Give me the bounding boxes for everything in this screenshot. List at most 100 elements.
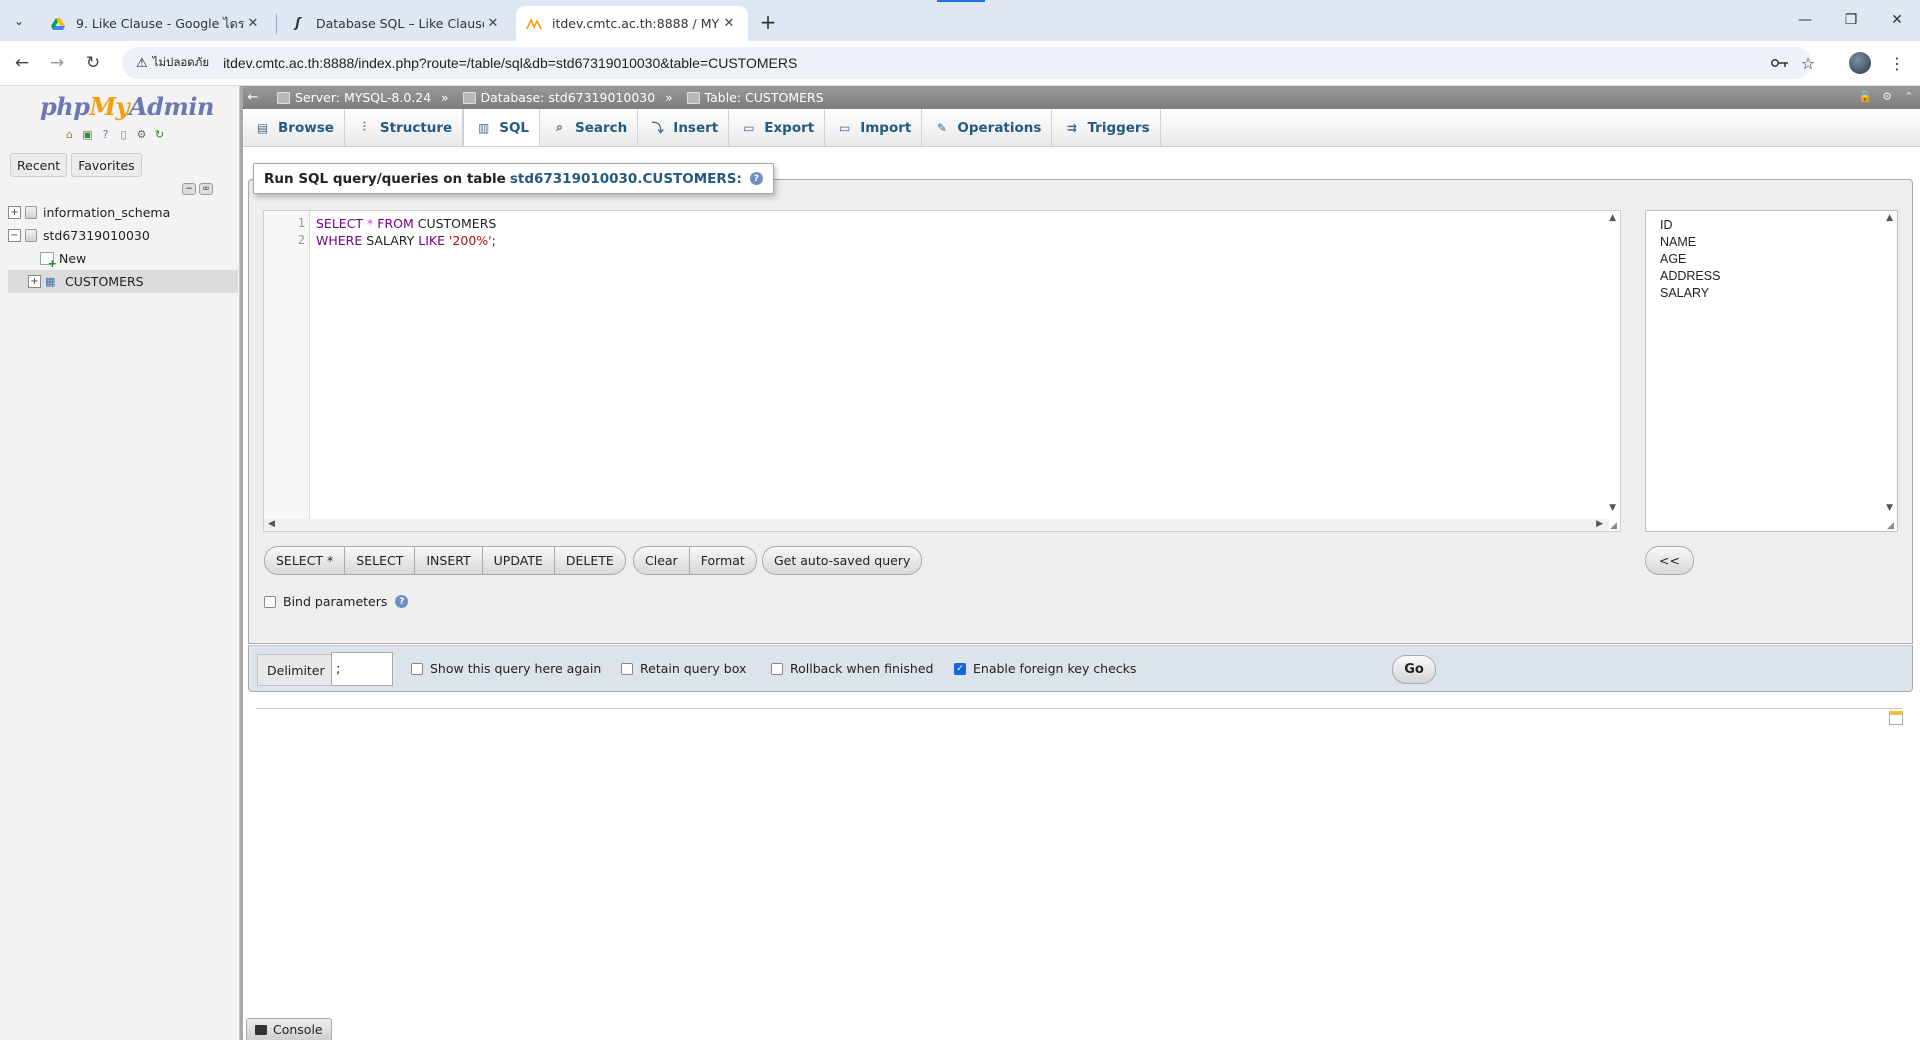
forward-arrow-icon[interactable]: →	[45, 51, 69, 75]
tree-item-label[interactable]: CUSTOMERS	[65, 274, 144, 289]
browser-tab-google-drive[interactable]: 9. Like Clause - Google ไดรฟ์ ✕	[40, 6, 272, 41]
column-option[interactable]: AGE	[1660, 252, 1686, 266]
select-button[interactable]: SELECT	[345, 546, 416, 575]
clear-button[interactable]: Clear	[633, 546, 690, 575]
tab-export[interactable]: ▭ Export	[729, 109, 826, 146]
close-icon[interactable]: ✕	[244, 15, 262, 33]
expand-icon[interactable]: +	[28, 275, 41, 288]
scroll-up-arrow-icon[interactable]: ▲	[1609, 213, 1616, 223]
insert-button[interactable]: INSERT	[415, 546, 483, 575]
docs-icon[interactable]: ▯	[116, 127, 131, 142]
foreign-key-checks-label[interactable]: Enable foreign key checks	[973, 661, 1136, 676]
reload-icon[interactable]: ↻	[81, 51, 105, 75]
lock-icon[interactable]: 🔒	[1858, 89, 1872, 103]
breadcrumb-server[interactable]: Server: MYSQL-8.0.24	[277, 90, 431, 105]
bookmark-star-icon[interactable]: ☆	[1796, 51, 1820, 75]
link-with-main-icon[interactable]: ∞	[199, 183, 213, 195]
tab-browse[interactable]: ▤ Browse	[243, 109, 345, 146]
get-auto-saved-query-button[interactable]: Get auto-saved query	[762, 546, 923, 575]
security-chip[interactable]: ⚠ ไม่ปลอดภัย	[130, 51, 219, 75]
tree-item-information-schema[interactable]: + information_schema	[8, 201, 238, 224]
nav-tab-favorites[interactable]: Favorites	[71, 153, 142, 177]
column-option[interactable]: ADDRESS	[1660, 269, 1720, 283]
tree-item-label[interactable]: information_schema	[43, 205, 170, 220]
collapse-icon[interactable]: −	[8, 229, 21, 242]
column-option[interactable]: ID	[1660, 218, 1673, 232]
go-button[interactable]: Go	[1392, 655, 1436, 684]
insert-column-button[interactable]: <<	[1645, 546, 1694, 575]
scroll-down-arrow-icon[interactable]: ▼	[1886, 503, 1893, 513]
sql-editor[interactable]: 1 2 SELECT * FROM CUSTOMERS WHERE SALARY…	[263, 210, 1621, 532]
logout-icon[interactable]: ▣	[80, 127, 95, 142]
address-bar[interactable]: ⚠ ไม่ปลอดภัย itdev.cmtc.ac.th:8888/index…	[122, 47, 1815, 79]
settings-icon[interactable]: ⚙	[134, 127, 149, 142]
gear-icon[interactable]: ⚙	[1880, 89, 1894, 103]
code-line-1[interactable]: SELECT * FROM CUSTOMERS	[316, 216, 496, 231]
show-query-checkbox[interactable]	[411, 662, 423, 675]
column-option[interactable]: SALARY	[1660, 286, 1709, 300]
help-icon[interactable]: ?	[98, 127, 113, 142]
new-tab-button[interactable]: +	[756, 10, 780, 34]
nav-tab-recent[interactable]: Recent	[10, 153, 68, 177]
expand-icon[interactable]: +	[8, 206, 21, 219]
resize-grip-icon[interactable]: ◢	[1887, 521, 1897, 531]
breadcrumb-database-label[interactable]: Database: std67319010030	[481, 90, 656, 105]
resize-grip-icon[interactable]: ◢	[1610, 521, 1620, 531]
tab-structure[interactable]: ⫶ Structure	[345, 109, 464, 146]
page-settings-icon[interactable]	[1889, 711, 1903, 725]
tab-triggers[interactable]: ⇉ Triggers	[1052, 109, 1161, 146]
collapse-top-icon[interactable]: ⌃	[1902, 89, 1916, 103]
back-arrow-icon[interactable]: ←	[10, 51, 34, 75]
restore-icon[interactable]: ❐	[1828, 8, 1874, 32]
minimize-icon[interactable]: —	[1782, 8, 1828, 32]
tab-insert[interactable]: ⤵ Insert	[638, 109, 730, 146]
breadcrumb-server-label[interactable]: Server: MYSQL-8.0.24	[295, 90, 431, 105]
foreign-key-checks-checkbox[interactable]: ✓	[954, 662, 966, 675]
tree-item-label[interactable]: New	[59, 251, 86, 266]
column-option[interactable]: NAME	[1660, 235, 1696, 249]
show-query-option[interactable]: Show this query here again	[411, 661, 601, 676]
retain-query-box-checkbox[interactable]	[621, 662, 633, 675]
phpmyadmin-logo[interactable]: phpMyAdmin	[40, 92, 214, 121]
key-icon[interactable]	[1768, 51, 1792, 75]
scroll-right-arrow-icon[interactable]: ▶	[1596, 519, 1603, 529]
horizontal-scrollbar[interactable]: ◀ ▶	[264, 519, 1609, 531]
bind-parameters-checkbox[interactable]	[264, 595, 276, 608]
rollback-checkbox[interactable]	[771, 662, 783, 675]
close-icon[interactable]: ✕	[484, 15, 502, 33]
window-close-icon[interactable]: ✕	[1874, 8, 1920, 32]
home-icon[interactable]: ⌂	[62, 127, 77, 142]
tree-item-customers[interactable]: + ▦ CUSTOMERS	[8, 270, 238, 293]
retain-query-box-option[interactable]: Retain query box	[621, 661, 746, 676]
collapse-all-icon[interactable]: −	[182, 183, 196, 195]
tab-sql[interactable]: ▥ SQL	[463, 109, 541, 146]
breadcrumb-database[interactable]: Database: std67319010030	[462, 90, 656, 105]
update-button[interactable]: UPDATE	[482, 546, 555, 575]
tab-operations[interactable]: ✎ Operations	[922, 109, 1053, 146]
breadcrumb-table[interactable]: Table: CUSTOMERS	[686, 90, 824, 105]
tree-item-label[interactable]: std67319010030	[43, 228, 150, 243]
browser-tab-database-sql[interactable]: ʃ Database SQL – Like Clause คือ ✕	[280, 6, 512, 41]
scroll-up-arrow-icon[interactable]: ▲	[1886, 213, 1893, 223]
breadcrumb-table-label[interactable]: Table: CUSTOMERS	[705, 90, 824, 105]
format-button[interactable]: Format	[689, 546, 757, 575]
columns-list[interactable]: ID NAME AGE ADDRESS SALARY ▲ ▼ ◢	[1645, 210, 1898, 532]
show-query-label[interactable]: Show this query here again	[430, 661, 601, 676]
tab-search[interactable]: ⌕ Search	[540, 109, 639, 146]
retain-query-box-label[interactable]: Retain query box	[640, 661, 746, 676]
nav-resizer[interactable]	[240, 86, 243, 1040]
select-star-button[interactable]: SELECT *	[264, 546, 346, 575]
code-line-2[interactable]: WHERE SALARY LIKE '200%';	[316, 233, 496, 248]
avatar[interactable]	[1849, 52, 1871, 74]
delimiter-input[interactable]: ;	[331, 652, 393, 686]
console-toggle[interactable]: Console	[246, 1018, 332, 1040]
scroll-left-arrow-icon[interactable]: ◀	[268, 519, 275, 529]
bind-parameters-label[interactable]: Bind parameters	[283, 594, 387, 609]
collapse-nav-arrow-icon[interactable]: ←	[243, 86, 263, 109]
more-menu-icon[interactable]: ⋮	[1887, 51, 1907, 75]
tab-search-chevron-icon[interactable]: ⌄	[8, 10, 30, 32]
delete-button[interactable]: DELETE	[554, 546, 626, 575]
scroll-down-arrow-icon[interactable]: ▼	[1609, 503, 1616, 513]
browser-tab-phpmyadmin[interactable]: itdev.cmtc.ac.th:8888 / MYSQL- ✕	[516, 6, 748, 41]
tab-import[interactable]: ▭ Import	[825, 109, 923, 146]
